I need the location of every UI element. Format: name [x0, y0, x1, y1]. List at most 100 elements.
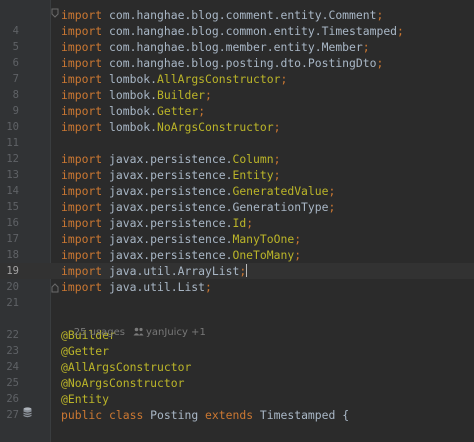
code-token: import [61, 280, 110, 294]
code-token: ; [273, 152, 281, 166]
code-text[interactable]: import javax.persistence.OneToMany; [61, 247, 301, 263]
code-text[interactable]: public class Posting extends Timestamped… [61, 407, 349, 423]
fold-marker-icon[interactable] [51, 8, 59, 18]
code-line[interactable]: 25 @NoArgsConstructor [0, 375, 474, 391]
code-token: import [61, 216, 110, 230]
line-number: 25 [6, 377, 19, 389]
code-token: javax.persistence. [109, 184, 233, 198]
code-token: import [61, 104, 110, 118]
code-token: @Entity [61, 392, 110, 406]
code-token: lombok. [109, 88, 158, 102]
code-text[interactable]: import lombok.AllArgsConstructor; [61, 71, 287, 87]
code-text[interactable]: import java.util.ArrayList; [61, 263, 248, 279]
code-line[interactable]: 11 [0, 135, 474, 151]
code-line[interactable]: 21 [0, 295, 474, 311]
code-text[interactable]: import javax.persistence.GeneratedValue; [61, 183, 335, 199]
code-token: import [61, 264, 110, 278]
code-token: import [61, 200, 110, 214]
code-text[interactable]: import com.hanghae.blog.posting.dto.Post… [61, 55, 383, 71]
code-token: javax.persistence. [109, 216, 233, 230]
line-number: 9 [12, 105, 19, 117]
code-token: GenerationType [232, 200, 329, 214]
line-number: 6 [12, 57, 19, 69]
code-line[interactable]: 9 import lombok.Getter; [0, 103, 474, 119]
code-token: javax.persistence. [109, 200, 233, 214]
code-token: ManyToOne [232, 232, 295, 246]
code-line[interactable]: import com.hanghae.blog.comment.entity.C… [0, 7, 474, 23]
code-token: import [61, 248, 110, 262]
code-line[interactable]: 13 import javax.persistence.Entity; [0, 167, 474, 183]
code-line[interactable]: 18 import javax.persistence.OneToMany; [0, 247, 474, 263]
code-token: @AllArgsConstructor [61, 360, 192, 374]
code-line[interactable]: 4 import com.hanghae.blog.common.entity.T… [0, 23, 474, 39]
code-line[interactable]: 6 import com.hanghae.blog.posting.dto.Pos… [0, 55, 474, 71]
code-token: javax.persistence. [109, 248, 233, 262]
line-number: 12 [6, 153, 19, 165]
line-number: 26 [6, 393, 19, 405]
code-token: java.util.ArrayList [109, 264, 240, 278]
code-text[interactable]: import com.hanghae.blog.member.entity.Me… [61, 39, 370, 55]
code-text[interactable]: import javax.persistence.Column; [61, 151, 280, 167]
code-text[interactable]: import lombok.NoArgsConstructor; [61, 119, 280, 135]
code-text[interactable]: import javax.persistence.GenerationType; [61, 199, 335, 215]
code-token: com.hanghae.blog.common.entity.Timestamp… [109, 24, 398, 38]
code-token: import [61, 72, 110, 86]
code-token: import [61, 168, 110, 182]
code-line[interactable]: 20 import java.util.List; [0, 279, 474, 295]
usages-inlay-hint[interactable]: 25 usages yanJuicy +1 [61, 312, 206, 354]
code-token: ; [376, 8, 384, 22]
code-token: ; [205, 88, 212, 102]
code-token: ; [239, 264, 247, 278]
code-line[interactable]: 17 import javax.persistence.ManyToOne; [0, 231, 474, 247]
code-token: class [109, 408, 151, 422]
code-token: Column [232, 152, 274, 166]
code-line[interactable]: 15 import javax.persistence.GenerationTyp… [0, 199, 474, 215]
code-token: import [61, 24, 110, 38]
code-token: extends [205, 408, 260, 422]
code-line[interactable]: 24 @AllArgsConstructor [0, 359, 474, 375]
code-text[interactable]: @Entity [61, 391, 109, 407]
code-text[interactable]: import javax.persistence.Id; [61, 215, 253, 231]
code-line[interactable]: 7 import lombok.AllArgsConstructor; [0, 71, 474, 87]
code-token: javax.persistence. [109, 152, 233, 166]
code-text[interactable]: import javax.persistence.ManyToOne; [61, 231, 301, 247]
code-text[interactable]: import java.util.List; [61, 279, 212, 295]
code-token: Getter [157, 104, 199, 118]
code-token: ; [246, 216, 254, 230]
line-number: 11 [6, 137, 19, 149]
code-text[interactable]: import com.hanghae.blog.common.entity.Ti… [61, 23, 404, 39]
code-text[interactable]: @AllArgsConstructor [61, 359, 191, 375]
code-line[interactable]: 14 import javax.persistence.GeneratedValu… [0, 183, 474, 199]
code-token: GeneratedValue [232, 184, 329, 198]
code-line[interactable]: 16 import javax.persistence.Id; [0, 215, 474, 231]
line-number: 27 [6, 409, 19, 421]
code-text[interactable]: import javax.persistence.Entity; [61, 167, 280, 183]
code-line[interactable]: 10 import lombok.NoArgsConstructor; [0, 119, 474, 135]
code-editor[interactable]: import com.hanghae.blog.comment.entity.C… [0, 0, 474, 442]
code-text[interactable]: import com.hanghae.blog.comment.entity.C… [61, 7, 383, 23]
code-line[interactable]: 5 import com.hanghae.blog.member.entity.M… [0, 39, 474, 55]
code-token: java.util.List [109, 280, 206, 294]
code-line[interactable]: 19 import java.util.ArrayList; [0, 263, 474, 279]
line-number: 20 [6, 281, 19, 293]
line-number: 21 [6, 297, 19, 309]
text-caret [246, 264, 248, 277]
line-number: 19 [6, 265, 19, 277]
code-token: ; [294, 248, 302, 262]
line-number: 23 [6, 345, 19, 357]
code-text[interactable]: @NoArgsConstructor [61, 375, 184, 391]
database-icon[interactable] [23, 407, 32, 418]
code-text[interactable]: import lombok.Builder; [61, 87, 212, 103]
code-line[interactable]: 26 @Entity [0, 391, 474, 407]
author-hint[interactable]: yanJuicy +1 [133, 327, 206, 338]
code-text[interactable]: import lombok.Getter; [61, 103, 205, 119]
code-token: import [61, 232, 110, 246]
usages-count[interactable]: 25 usages [74, 327, 125, 338]
code-line[interactable]: 12 import javax.persistence.Column; [0, 151, 474, 167]
code-line[interactable]: 8 import lombok.Builder; [0, 87, 474, 103]
code-line[interactable]: 27 public class Posting extends Timestamp… [0, 407, 474, 423]
code-token: com.hanghae.blog.posting.dto.PostingDto [109, 56, 377, 70]
code-token: Posting [150, 408, 206, 422]
code-token: ; [328, 200, 336, 214]
fold-marker-icon[interactable] [51, 283, 59, 293]
